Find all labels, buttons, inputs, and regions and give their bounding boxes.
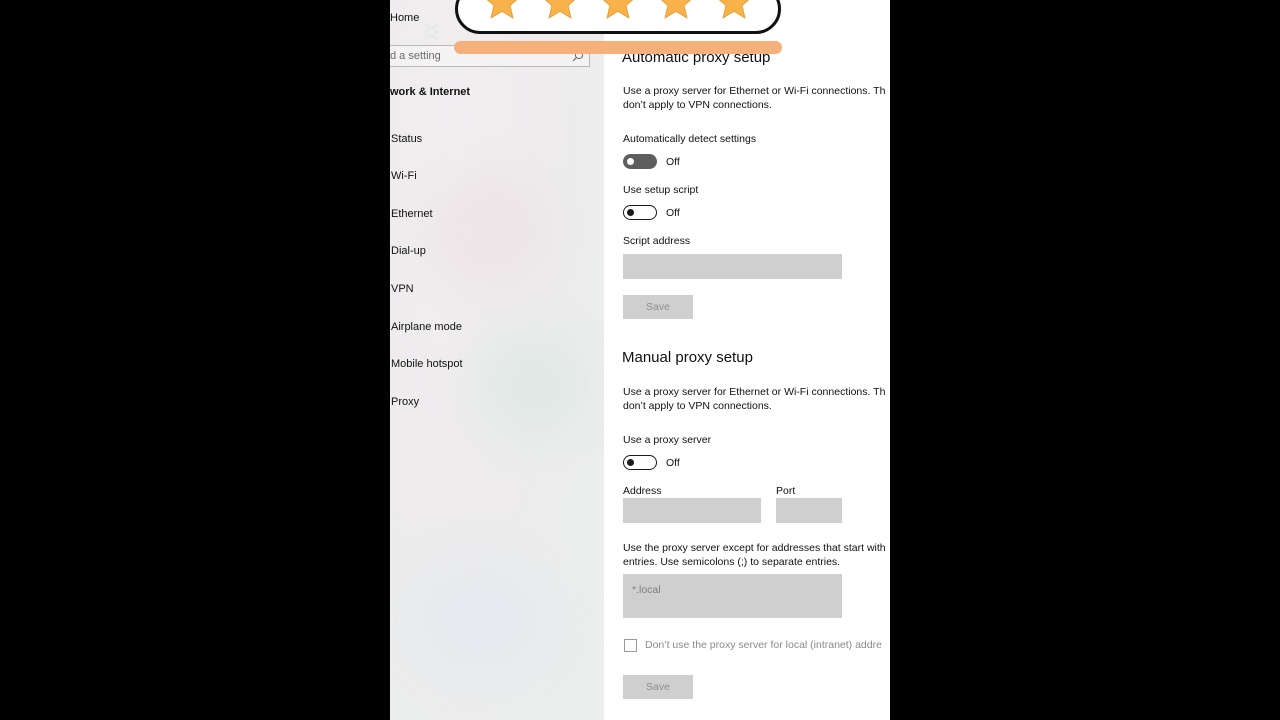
sidebar-item-wifi[interactable]: Wi-Fi	[391, 170, 417, 182]
home-link[interactable]: Home	[390, 12, 419, 24]
star-icon	[544, 0, 576, 19]
orange-highlight-bar	[454, 41, 782, 54]
automatic-save-button[interactable]: Save	[623, 295, 693, 319]
use-proxy-label: Use a proxy server	[623, 434, 712, 446]
sidebar-item-vpn[interactable]: VPN	[391, 283, 414, 295]
bypass-local-label: Don’t use the proxy server for local (in…	[645, 639, 882, 651]
proxy-settings-panel: Automatic proxy setup Use a proxy server…	[604, 0, 890, 720]
star-rating-overlay	[455, 0, 781, 34]
section-title: work & Internet	[390, 86, 471, 98]
toggle-knob	[627, 458, 634, 466]
port-input[interactable]	[776, 498, 842, 523]
setup-script-toggle[interactable]	[623, 205, 657, 220]
address-input[interactable]	[623, 498, 761, 523]
setup-script-label: Use setup script	[623, 184, 699, 196]
toggle-knob	[627, 157, 634, 165]
use-proxy-state: Off	[666, 457, 680, 469]
sidebar-item-status[interactable]: Status	[391, 133, 422, 145]
automatic-desc-line2: don’t apply to VPN connections.	[623, 99, 772, 111]
automatic-desc-line1: Use a proxy server for Ethernet or Wi-Fi…	[623, 85, 886, 97]
star-icon	[486, 0, 518, 19]
capcut-logo-icon	[422, 23, 440, 41]
star-icon	[602, 0, 634, 19]
sidebar-item-proxy[interactable]: Proxy	[391, 396, 419, 408]
detect-settings-state: Off	[666, 156, 680, 168]
sidebar-item-airplane-mode[interactable]: Airplane mode	[391, 321, 462, 333]
detect-settings-toggle[interactable]	[623, 154, 657, 169]
manual-desc-line1: Use a proxy server for Ethernet or Wi-Fi…	[623, 386, 886, 398]
exceptions-textarea[interactable]: *.local	[623, 574, 842, 618]
use-proxy-toggle[interactable]	[623, 455, 657, 470]
star-icon	[660, 0, 692, 19]
exceptions-placeholder: *.local	[632, 584, 661, 596]
script-address-input[interactable]	[623, 254, 842, 279]
settings-window: Home d a setting work & Internet Status …	[390, 0, 890, 720]
manual-desc-line2: don’t apply to VPN connections.	[623, 400, 772, 412]
sidebar-item-ethernet[interactable]: Ethernet	[391, 208, 433, 220]
background-blur	[480, 330, 590, 440]
setup-script-state: Off	[666, 207, 680, 219]
except-desc-line1: Use the proxy server except for addresse…	[623, 542, 886, 554]
toggle-knob	[627, 208, 634, 216]
port-label: Port	[776, 485, 796, 497]
manual-proxy-title: Manual proxy setup	[622, 349, 753, 366]
background-blur	[430, 170, 550, 290]
sidebar: Home d a setting work & Internet Status …	[390, 0, 604, 720]
search-placeholder: d a setting	[390, 50, 441, 62]
sidebar-item-mobile-hotspot[interactable]: Mobile hotspot	[391, 358, 463, 370]
script-address-label: Script address	[623, 235, 691, 247]
background-blur	[410, 560, 550, 680]
manual-save-button[interactable]: Save	[623, 675, 693, 699]
except-desc-line2: entries. Use semicolons (;) to separate …	[623, 556, 841, 568]
detect-settings-label: Automatically detect settings	[623, 133, 757, 145]
star-icon	[718, 0, 750, 19]
address-label: Address	[623, 485, 662, 497]
bypass-local-checkbox[interactable]	[624, 639, 637, 652]
sidebar-item-dialup[interactable]: Dial-up	[391, 245, 426, 257]
